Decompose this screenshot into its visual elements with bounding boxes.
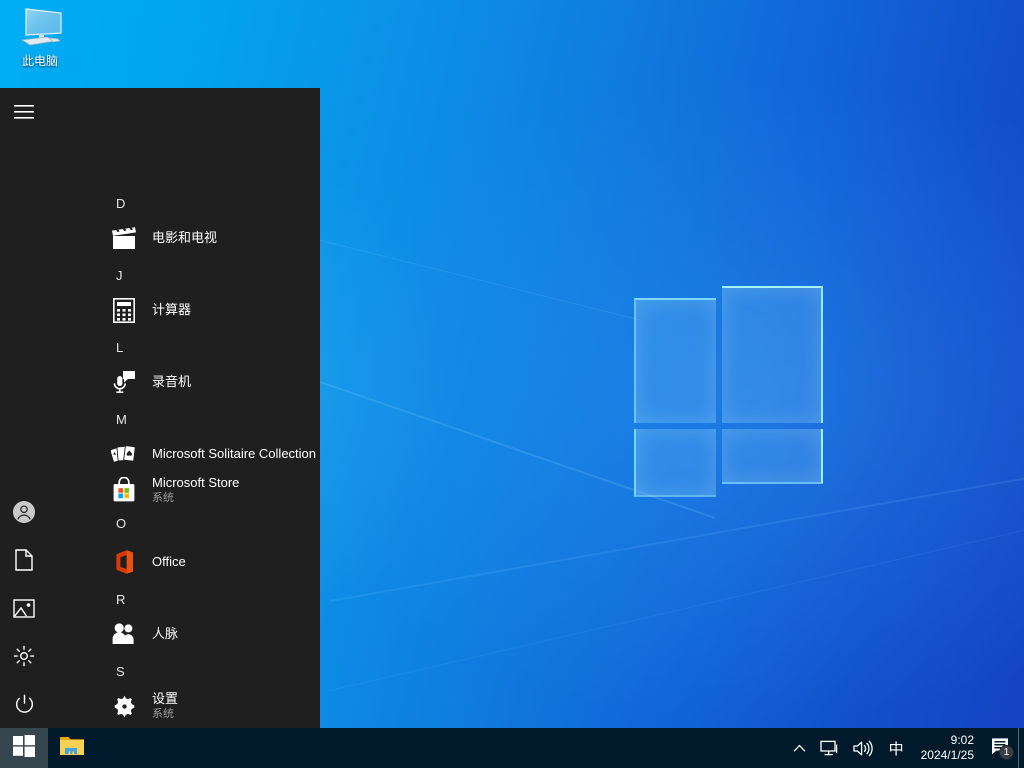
start-menu-app-list[interactable]: D 电影和电视 J 计算器 L 录音机 M Microsoft Solitair… (48, 88, 320, 728)
start-menu-rail[interactable] (0, 88, 48, 728)
app-item-movies-tv[interactable]: 电影和电视 (104, 218, 320, 258)
app-item-voice-recorder[interactable]: 录音机 (104, 362, 320, 402)
office-icon (108, 546, 140, 578)
letter-header-l[interactable]: L (116, 340, 123, 355)
app-item-calculator[interactable]: 计算器 (104, 290, 320, 330)
windows-logo-wallpaper (634, 286, 824, 497)
app-label: Microsoft Store (152, 475, 240, 490)
network-icon[interactable] (813, 728, 846, 768)
action-center-button[interactable]: 1 (984, 728, 1018, 768)
hamburger-icon[interactable] (0, 88, 48, 136)
logo-pane (722, 286, 823, 423)
microsoft-store-icon (108, 474, 140, 506)
logo-pane (634, 429, 716, 497)
letter-header-r[interactable]: R (116, 592, 125, 607)
notification-badge: 1 (999, 745, 1014, 760)
letter-header-s[interactable]: S (116, 664, 125, 679)
clock[interactable]: 9:02 2024/1/25 (913, 728, 984, 768)
app-item-microsoft-store[interactable]: Microsoft Store 系统 (104, 470, 320, 510)
clock-date: 2024/1/25 (920, 748, 974, 762)
app-label: 录音机 (152, 374, 192, 389)
app-item-office[interactable]: Office (104, 542, 320, 582)
desktop-icon-this-pc[interactable]: 此电脑 (6, 6, 74, 78)
app-label: 计算器 (152, 302, 192, 317)
app-item-people[interactable]: 人脉 (104, 614, 320, 654)
app-item-microsoft-solitaire-collection[interactable]: Microsoft Solitaire Collection (104, 434, 320, 474)
app-sublabel: 系统 (152, 492, 174, 504)
system-tray[interactable]: 中 9:02 2024/1/25 1 (786, 728, 1024, 768)
speaker-icon[interactable] (846, 728, 880, 768)
app-label: 电影和电视 (152, 230, 218, 245)
letter-header-m[interactable]: M (116, 412, 127, 427)
app-sublabel: 系统 (152, 708, 174, 720)
ime-indicator[interactable]: 中 (880, 728, 913, 768)
start-menu[interactable]: D 电影和电视 J 计算器 L 录音机 M Microsoft Solitair… (0, 88, 320, 728)
app-label: 设置 (152, 691, 179, 706)
settings-gear-icon[interactable] (0, 632, 48, 680)
taskbar[interactable]: 中 9:02 2024/1/25 1 (0, 728, 1024, 768)
app-label: Microsoft Solitaire Collection (152, 446, 317, 461)
pictures-icon[interactable] (0, 584, 48, 632)
taskbar-file-explorer[interactable] (48, 728, 96, 768)
clock-time: 9:02 (950, 733, 974, 747)
user-account-icon[interactable] (0, 488, 48, 536)
logo-pane (634, 298, 716, 423)
documents-icon[interactable] (0, 536, 48, 584)
calculator-icon (108, 294, 140, 326)
app-label: Office (152, 554, 186, 569)
app-item-settings[interactable]: 设置 系统 (104, 686, 320, 726)
start-button[interactable] (0, 728, 48, 768)
movies-tv-icon (108, 222, 140, 254)
desktop-icon-label: 此电脑 (21, 54, 58, 68)
file-explorer-icon (59, 735, 85, 762)
letter-header-o[interactable]: O (116, 516, 126, 531)
logo-pane (722, 429, 823, 484)
app-label: 人脉 (152, 626, 179, 641)
voice-recorder-icon (108, 366, 140, 398)
show-desktop-button[interactable] (1018, 728, 1024, 768)
this-pc-icon (17, 6, 63, 48)
chevron-up-icon[interactable] (786, 728, 813, 768)
people-icon (108, 618, 140, 650)
solitaire-icon (108, 438, 140, 470)
letter-header-d[interactable]: D (116, 196, 125, 211)
windows-logo-icon (13, 734, 35, 762)
settings-gear-icon (108, 690, 140, 722)
power-icon[interactable] (0, 680, 48, 728)
letter-header-j[interactable]: J (116, 268, 123, 283)
